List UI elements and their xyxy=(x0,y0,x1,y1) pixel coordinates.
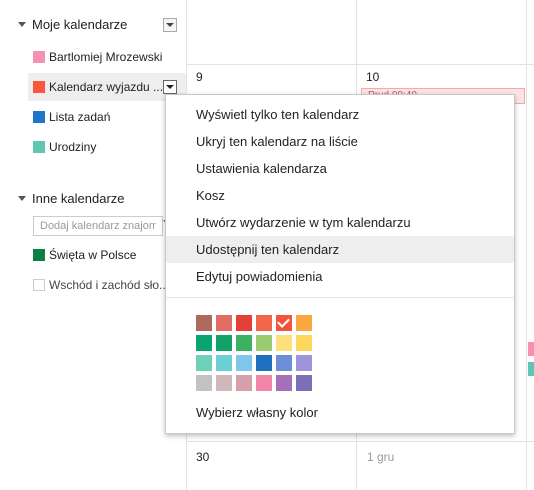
color-swatch[interactable] xyxy=(276,315,292,331)
calendar-item-kalendarz-wyjazdu[interactable]: Kalendarz wyjazdu ... xyxy=(28,73,186,101)
calendar-label[interactable]: Święta w Polsce xyxy=(49,248,136,262)
calendar-item-swieta[interactable]: Święta w Polsce xyxy=(28,241,186,269)
my-calendars-menu-button[interactable] xyxy=(163,18,177,32)
color-swatch[interactable] xyxy=(296,375,312,391)
grid-line xyxy=(526,0,527,490)
calendar-color-swatch xyxy=(33,111,45,123)
menu-item-label: Udostępnij ten kalendarz xyxy=(196,242,340,257)
menu-separator xyxy=(166,297,514,298)
day-number[interactable]: 1 gru xyxy=(367,450,394,464)
calendar-item-lista-zadan[interactable]: Lista zadań xyxy=(28,103,186,131)
calendar-item-urodziny[interactable]: Urodziny xyxy=(28,133,186,161)
color-swatch[interactable] xyxy=(196,355,212,371)
menu-item-share[interactable]: Udostępnij ten kalendarz xyxy=(166,236,514,263)
color-swatch[interactable] xyxy=(196,315,212,331)
color-swatch[interactable] xyxy=(296,335,312,351)
menu-item-settings[interactable]: Ustawienia kalendarza xyxy=(166,155,514,182)
calendar-color-swatch xyxy=(33,279,45,291)
add-calendar-input[interactable] xyxy=(33,216,163,236)
menu-item-create-event[interactable]: Utwórz wydarzenie w tym kalendarzu xyxy=(166,209,514,236)
menu-item-label: Kosz xyxy=(196,188,225,203)
menu-item-hide[interactable]: Ukryj ten kalendarz na liście xyxy=(166,128,514,155)
calendar-label[interactable]: Urodziny xyxy=(49,140,96,154)
calendar-color-swatch xyxy=(33,81,45,93)
color-swatch[interactable] xyxy=(276,375,292,391)
color-swatch[interactable] xyxy=(216,355,232,371)
color-swatch[interactable] xyxy=(256,315,272,331)
custom-color-link[interactable]: Wybierz własny kolor xyxy=(196,405,318,420)
calendar-color-swatch xyxy=(33,249,45,261)
color-swatch[interactable] xyxy=(236,315,252,331)
color-swatch[interactable] xyxy=(216,375,232,391)
menu-item-label: Utwórz wydarzenie w tym kalendarzu xyxy=(196,215,411,230)
color-swatch[interactable] xyxy=(276,355,292,371)
calendar-options-menu: Wyświetl tylko ten kalendarz Ukryj ten k… xyxy=(165,94,515,434)
color-swatch[interactable] xyxy=(196,335,212,351)
grid-line xyxy=(186,441,534,442)
color-swatch[interactable] xyxy=(256,375,272,391)
menu-item-notifications[interactable]: Edytuj powiadomienia xyxy=(166,263,514,290)
menu-item-label: Wyświetl tylko ten kalendarz xyxy=(196,107,360,122)
day-number[interactable]: 30 xyxy=(196,450,209,464)
event-chip-edge[interactable] xyxy=(528,362,534,376)
collapse-arrow-icon[interactable] xyxy=(18,196,26,201)
menu-item-trash[interactable]: Kosz xyxy=(166,182,514,209)
color-swatch[interactable] xyxy=(236,375,252,391)
menu-item-label: Edytuj powiadomienia xyxy=(196,269,323,284)
calendar-options-dropdown-button[interactable] xyxy=(163,80,177,94)
calendar-label[interactable]: Wschód i zachód sło... xyxy=(49,278,169,292)
my-calendars-header[interactable]: Moje kalendarze xyxy=(0,13,186,35)
event-chip-edge[interactable] xyxy=(528,342,534,356)
calendar-item-wschod-zachod[interactable]: Wschód i zachód sło... xyxy=(28,271,186,299)
color-swatch[interactable] xyxy=(196,375,212,391)
other-calendars-header[interactable]: Inne kalendarze xyxy=(0,187,186,209)
day-number[interactable]: 9 xyxy=(196,70,203,84)
collapse-arrow-icon[interactable] xyxy=(18,22,26,27)
calendar-label[interactable]: Bartlomiej Mrozewski xyxy=(49,50,162,64)
grid-line xyxy=(186,64,534,65)
calendar-color-swatch xyxy=(33,141,45,153)
calendar-item-bartlomiej[interactable]: Bartlomiej Mrozewski xyxy=(28,43,186,71)
calendar-label[interactable]: Lista zadań xyxy=(49,110,110,124)
my-calendars-title[interactable]: Moje kalendarze xyxy=(32,17,127,32)
other-calendars-title[interactable]: Inne kalendarze xyxy=(32,191,125,206)
color-swatch[interactable] xyxy=(256,335,272,351)
sidebar: Moje kalendarze Bartlomiej Mrozewski Kal… xyxy=(0,0,186,490)
color-swatch[interactable] xyxy=(216,315,232,331)
color-swatch[interactable] xyxy=(296,315,312,331)
color-swatch[interactable] xyxy=(296,355,312,371)
color-swatch[interactable] xyxy=(256,355,272,371)
color-swatch[interactable] xyxy=(276,335,292,351)
calendar-label[interactable]: Kalendarz wyjazdu ... xyxy=(49,80,163,94)
day-number[interactable]: 10 xyxy=(366,70,379,84)
color-swatch[interactable] xyxy=(236,335,252,351)
color-swatch[interactable] xyxy=(236,355,252,371)
calendar-color-swatch xyxy=(33,51,45,63)
color-swatch[interactable] xyxy=(216,335,232,351)
menu-item-label: Ustawienia kalendarza xyxy=(196,161,327,176)
menu-item-show-only[interactable]: Wyświetl tylko ten kalendarz xyxy=(166,101,514,128)
menu-item-label: Ukryj ten kalendarz na liście xyxy=(196,134,358,149)
